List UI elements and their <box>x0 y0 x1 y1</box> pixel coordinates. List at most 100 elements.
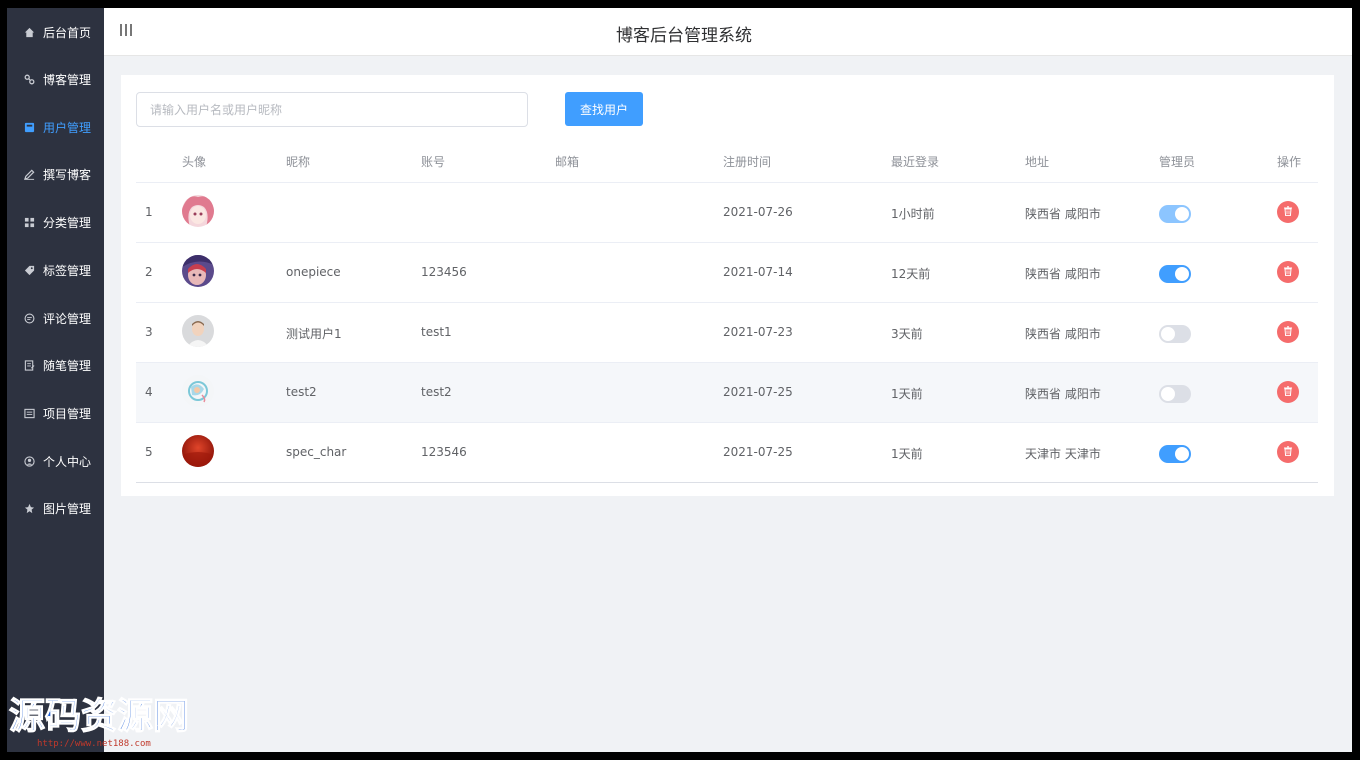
row-account: test1 <box>421 325 452 339</box>
admin-toggle[interactable] <box>1159 265 1191 283</box>
row-last-login: 1天前 <box>891 447 923 461</box>
row-registered: 2021-07-25 <box>723 385 793 399</box>
blog-icon <box>23 73 35 85</box>
avatar <box>182 315 214 347</box>
row-nickname: test2 <box>286 385 317 399</box>
admin-toggle[interactable] <box>1159 325 1191 343</box>
row-registered: 2021-07-23 <box>723 325 793 339</box>
sidebar-item-users[interactable]: 用户管理 <box>7 107 104 147</box>
page-title: 博客后台管理系统 <box>616 26 752 46</box>
delete-button[interactable] <box>1277 261 1299 283</box>
row-index: 3 <box>145 325 153 339</box>
row-index: 1 <box>145 205 153 219</box>
sidebar-item-label: 用户管理 <box>43 120 92 135</box>
sidebar-item-label: 后台首页 <box>43 25 92 40</box>
top-header: 博客后台管理系统 <box>104 8 1352 56</box>
tag-icon <box>23 264 35 276</box>
search-input[interactable] <box>136 92 528 127</box>
table-row: 1 2021-07-26 1小时前 陕西省 咸阳市 <box>136 183 1318 243</box>
svg-text:http://www.net188.com: http://www.net188.com <box>37 739 151 748</box>
column-header-actions: 操作 <box>1277 155 1302 169</box>
user-icon <box>23 121 35 133</box>
row-account: test2 <box>421 385 452 399</box>
sidebar-item-comments[interactable]: 评论管理 <box>7 298 104 338</box>
column-header-registered: 注册时间 <box>723 155 772 169</box>
sidebar-item-label: 项目管理 <box>43 406 92 421</box>
user-management-card: 查找用户 头像 昵称 账号 邮箱 注册时间 最近登录 地址 管理员 操作 1 <box>121 75 1334 496</box>
column-header-nickname: 昵称 <box>286 155 311 169</box>
row-account: 123456 <box>421 265 467 279</box>
row-last-login: 1小时前 <box>891 207 935 221</box>
trash-icon <box>1283 325 1293 340</box>
table-row: 3 测试用户1 test1 2021-07-23 3天前 陕西省 咸阳市 <box>136 303 1318 363</box>
column-header-last-login: 最近登录 <box>891 155 940 169</box>
column-header-email: 邮箱 <box>555 155 580 169</box>
row-last-login: 1天前 <box>891 387 923 401</box>
search-user-button[interactable]: 查找用户 <box>565 92 643 126</box>
row-address: 陕西省 咸阳市 <box>1025 327 1101 341</box>
row-nickname: spec_char <box>286 445 347 459</box>
row-last-login: 12天前 <box>891 267 931 281</box>
sidebar-item-images[interactable]: 图片管理 <box>7 488 104 528</box>
sidebar-item-projects[interactable]: 项目管理 <box>7 393 104 433</box>
column-header-address: 地址 <box>1025 155 1050 169</box>
delete-button[interactable] <box>1277 201 1299 223</box>
sidebar-item-label: 撰写博客 <box>43 167 92 182</box>
avatar <box>182 255 214 287</box>
note-icon <box>23 359 35 371</box>
sidebar-item-notes[interactable]: 随笔管理 <box>7 345 104 385</box>
table-row: 5 spec_char 123546 2021-07-25 1天前 天津市 天津… <box>136 423 1318 483</box>
sidebar: 后台首页 博客管理 用户管理 撰写博客 分类管理 标签管理 评论管理 随笔管理 <box>7 8 104 752</box>
table-header: 头像 昵称 账号 邮箱 注册时间 最近登录 地址 管理员 操作 <box>136 139 1318 183</box>
sidebar-item-label: 分类管理 <box>43 215 92 230</box>
sidebar-item-label: 评论管理 <box>43 311 92 326</box>
watermark-logo: 源码资源网 http://www.net188.com <box>7 692 207 749</box>
row-registered: 2021-07-26 <box>723 205 793 219</box>
table-row: 2 onepiece 123456 2021-07-14 12天前 陕西省 咸阳… <box>136 243 1318 303</box>
sidebar-item-home[interactable]: 后台首页 <box>7 12 104 52</box>
row-index: 4 <box>145 385 153 399</box>
row-registered: 2021-07-14 <box>723 265 793 279</box>
sidebar-item-profile[interactable]: 个人中心 <box>7 441 104 481</box>
row-registered: 2021-07-25 <box>723 445 793 459</box>
row-address: 天津市 天津市 <box>1025 447 1101 461</box>
home-icon <box>23 26 35 38</box>
sidebar-item-label: 博客管理 <box>43 72 92 87</box>
users-table: 头像 昵称 账号 邮箱 注册时间 最近登录 地址 管理员 操作 1 2021-0… <box>136 139 1318 483</box>
trash-icon <box>1283 265 1293 280</box>
delete-button[interactable] <box>1277 441 1299 463</box>
edit-icon <box>23 168 35 180</box>
table-row: 4 test2 test2 2021-07-25 1天前 陕西省 咸阳市 <box>136 363 1318 423</box>
avatar <box>182 435 214 467</box>
row-nickname: 测试用户1 <box>286 327 342 341</box>
image-icon <box>23 502 35 514</box>
app-window: 后台首页 博客管理 用户管理 撰写博客 分类管理 标签管理 评论管理 随笔管理 <box>7 8 1352 752</box>
row-index: 5 <box>145 445 153 459</box>
sidebar-item-label: 图片管理 <box>43 501 92 516</box>
grid-icon <box>23 216 35 228</box>
row-account: 123546 <box>421 445 467 459</box>
row-last-login: 3天前 <box>891 327 923 341</box>
project-icon <box>23 407 35 419</box>
trash-icon <box>1283 205 1293 220</box>
admin-toggle[interactable] <box>1159 385 1191 403</box>
sidebar-item-blog[interactable]: 博客管理 <box>7 59 104 99</box>
row-address: 陕西省 咸阳市 <box>1025 387 1101 401</box>
admin-toggle[interactable] <box>1159 445 1191 463</box>
sidebar-item-label: 个人中心 <box>43 454 92 469</box>
avatar <box>182 375 214 407</box>
row-address: 陕西省 咸阳市 <box>1025 207 1101 221</box>
trash-icon <box>1283 385 1293 400</box>
comment-icon <box>23 312 35 324</box>
sidebar-item-tags[interactable]: 标签管理 <box>7 250 104 290</box>
delete-button[interactable] <box>1277 321 1299 343</box>
svg-text:源码资源网: 源码资源网 <box>9 696 189 737</box>
delete-button[interactable] <box>1277 381 1299 403</box>
profile-icon <box>23 455 35 467</box>
sidebar-item-label: 标签管理 <box>43 263 92 278</box>
sidebar-item-write[interactable]: 撰写博客 <box>7 154 104 194</box>
sidebar-item-category[interactable]: 分类管理 <box>7 202 104 242</box>
admin-toggle[interactable] <box>1159 205 1191 223</box>
trash-icon <box>1283 445 1293 460</box>
row-nickname: onepiece <box>286 265 341 279</box>
